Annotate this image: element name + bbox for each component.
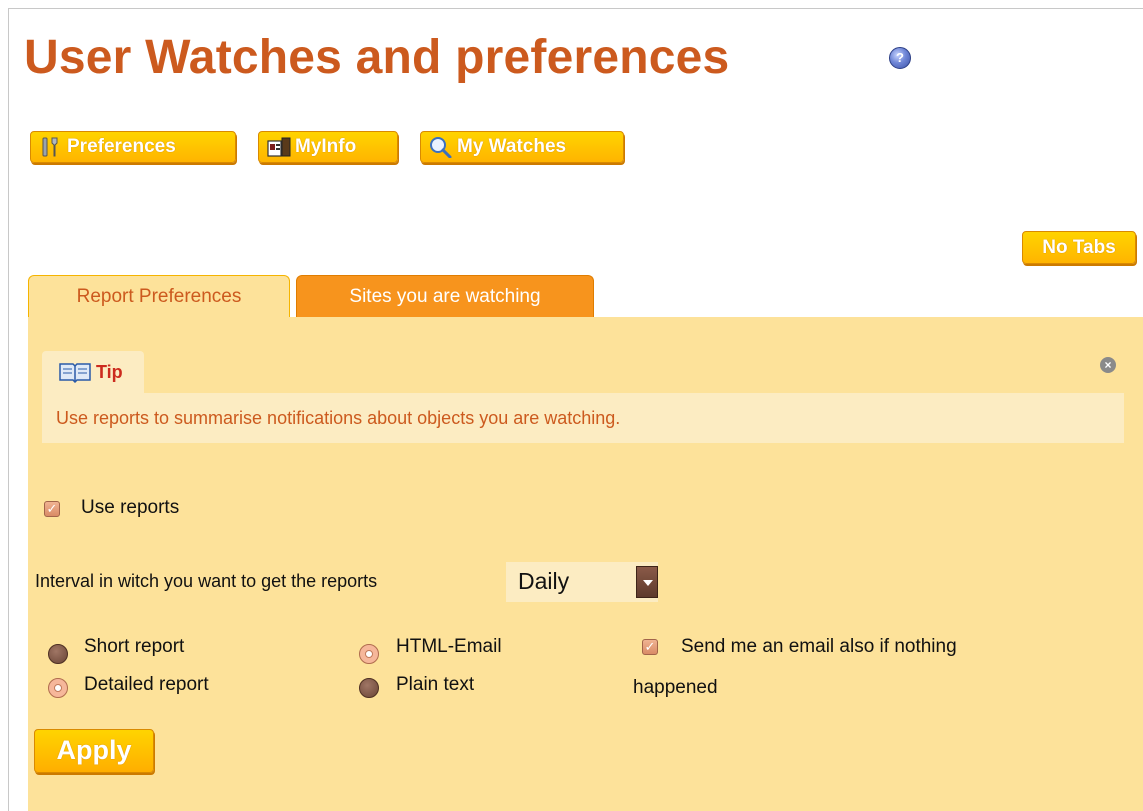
plain-text-label: Plain text bbox=[396, 674, 475, 695]
interval-select[interactable]: Daily bbox=[506, 562, 658, 602]
help-icon[interactable]: ? bbox=[889, 47, 911, 69]
send-email-label-continued: happened bbox=[633, 677, 718, 698]
tip-text: Use reports to summarise notifications a… bbox=[42, 393, 1124, 443]
send-email-checkbox[interactable]: ✓ bbox=[642, 639, 658, 655]
use-reports-label: Use reports bbox=[81, 497, 180, 518]
tab-report-preferences[interactable]: Report Preferences bbox=[28, 275, 290, 317]
page-title: User Watches and preferences bbox=[24, 31, 730, 84]
report-preferences-panel: Tip × Use reports to summarise notificat… bbox=[28, 317, 1143, 811]
chevron-down-icon[interactable] bbox=[636, 566, 658, 598]
my-watches-button[interactable]: My Watches bbox=[420, 131, 624, 163]
short-report-label: Short report bbox=[84, 636, 185, 657]
no-tabs-button[interactable]: No Tabs bbox=[1022, 231, 1136, 264]
tip-title: Tip bbox=[96, 361, 123, 382]
my-watches-label: My Watches bbox=[457, 136, 567, 157]
no-tabs-label: No Tabs bbox=[1042, 236, 1116, 258]
tip-message: Use reports to summarise notifications a… bbox=[56, 407, 621, 428]
apply-button[interactable]: Apply bbox=[34, 729, 154, 773]
detailed-report-label: Detailed report bbox=[84, 674, 209, 695]
tab-sites-watching[interactable]: Sites you are watching bbox=[296, 275, 594, 317]
magnifier-icon bbox=[429, 136, 452, 159]
use-reports-checkbox[interactable]: ✓ bbox=[44, 501, 60, 517]
book-icon bbox=[58, 361, 92, 384]
tools-icon bbox=[39, 136, 61, 158]
preferences-button[interactable]: Preferences bbox=[30, 131, 236, 163]
send-email-label: Send me an email also if nothing bbox=[681, 636, 957, 657]
close-icon[interactable]: × bbox=[1100, 357, 1116, 373]
short-report-radio[interactable] bbox=[48, 644, 68, 664]
interval-label: Interval in witch you want to get the re… bbox=[35, 571, 378, 591]
plain-text-radio[interactable] bbox=[359, 678, 379, 698]
id-card-icon bbox=[267, 136, 291, 158]
tip-header: Tip bbox=[42, 351, 144, 393]
preferences-label: Preferences bbox=[67, 136, 176, 157]
html-email-label: HTML-Email bbox=[396, 636, 502, 657]
myinfo-button[interactable]: MyInfo bbox=[258, 131, 398, 163]
detailed-report-radio[interactable] bbox=[48, 678, 68, 698]
html-email-radio[interactable] bbox=[359, 644, 379, 664]
myinfo-label: MyInfo bbox=[295, 136, 357, 157]
interval-value: Daily bbox=[518, 568, 570, 594]
